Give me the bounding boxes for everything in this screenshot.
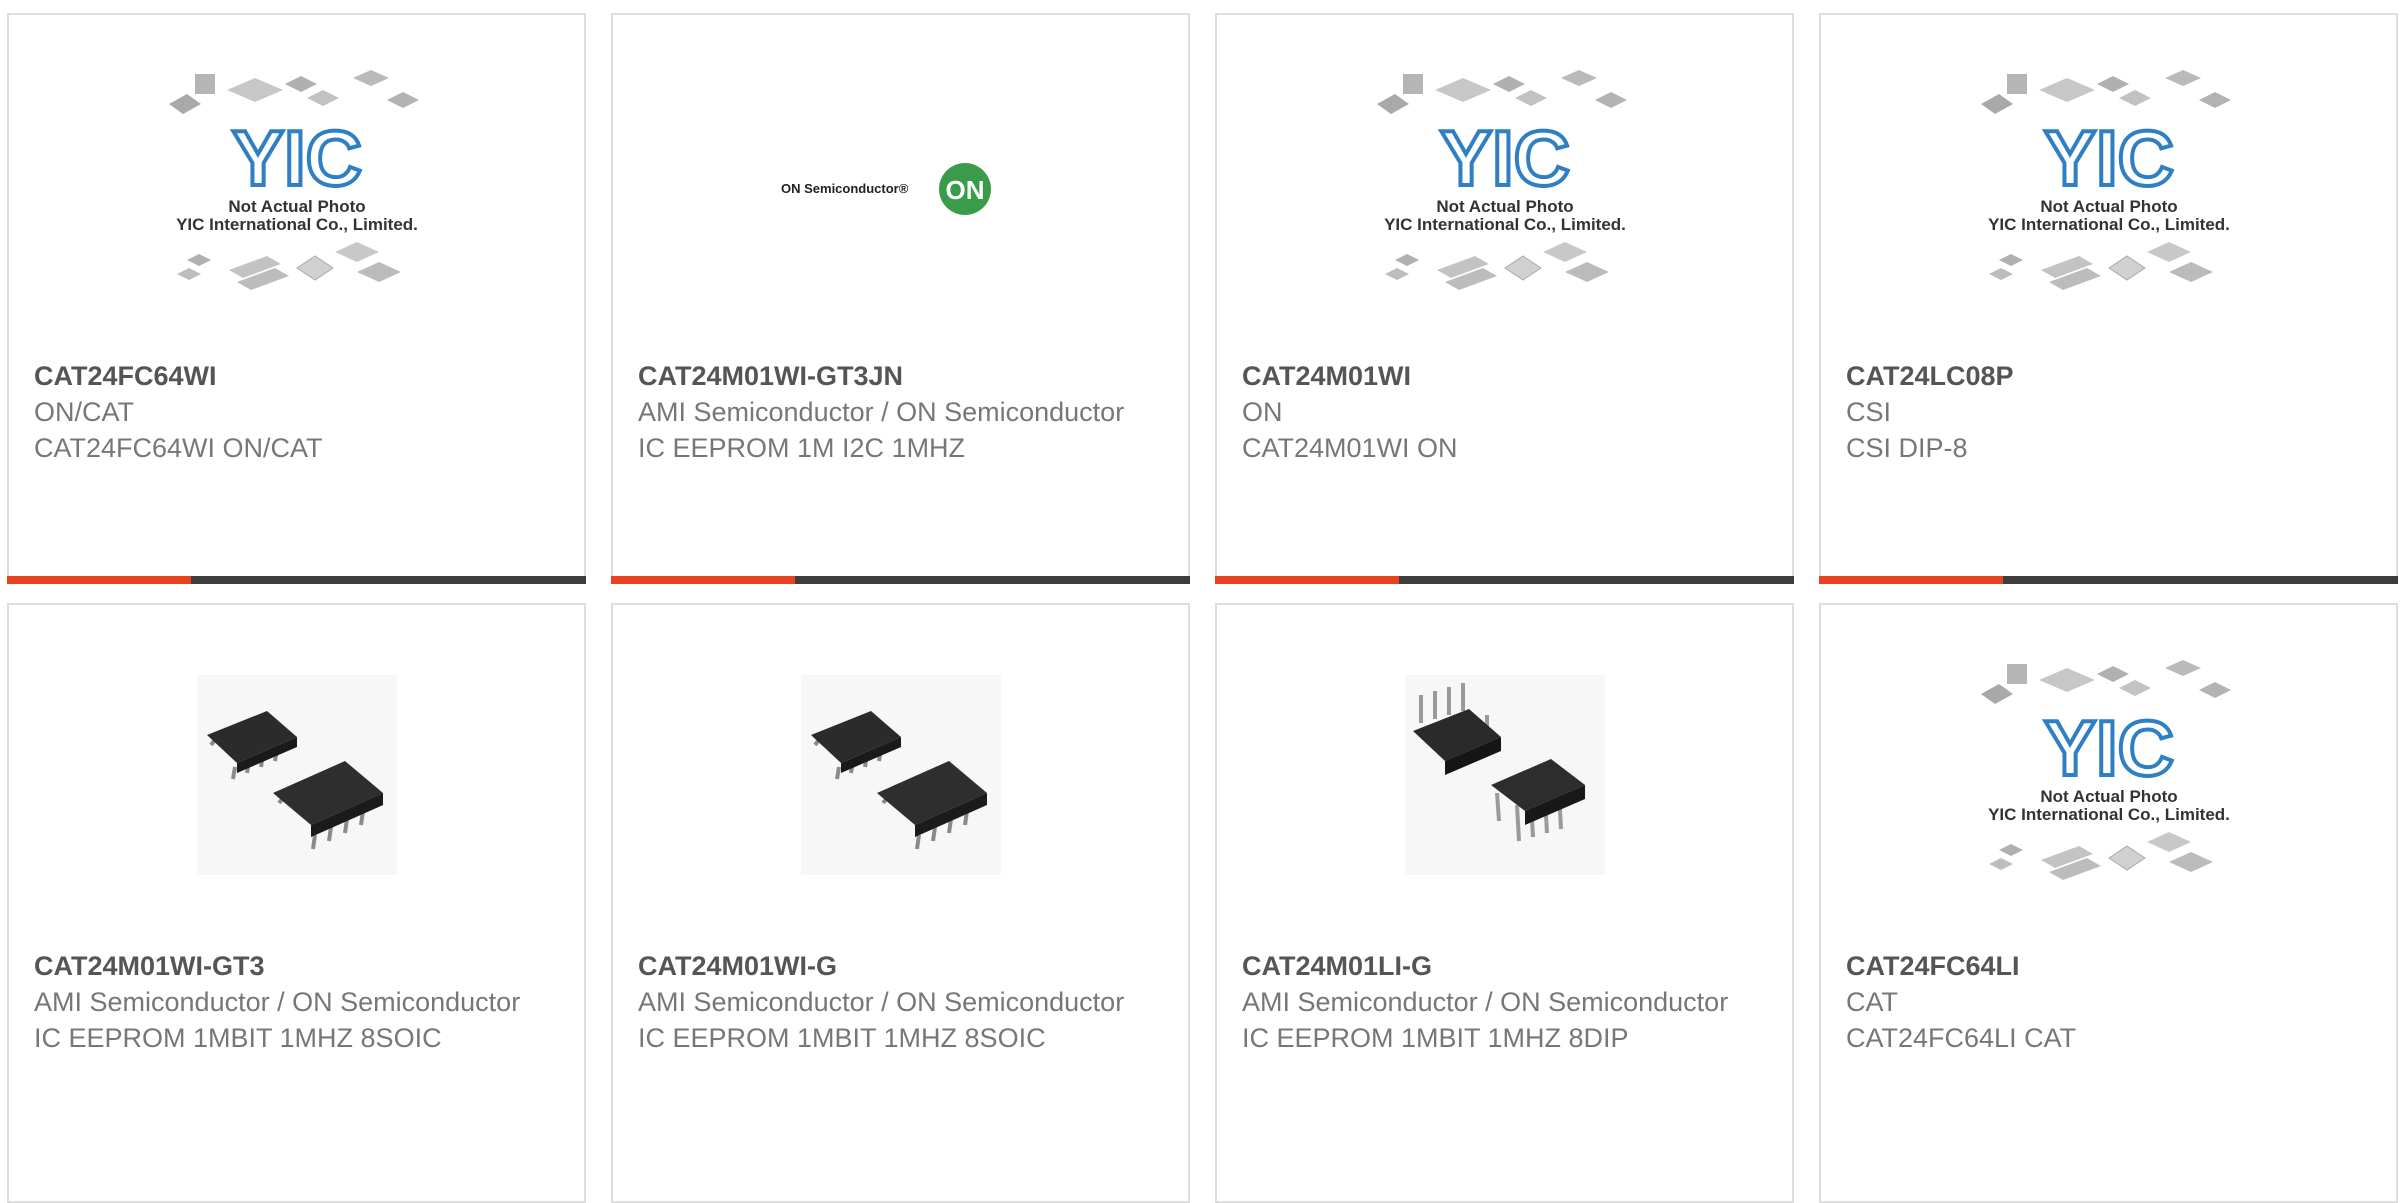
svg-text:Not Actual Photo: Not Actual Photo <box>1436 197 1573 216</box>
svg-text:Not Actual Photo: Not Actual Photo <box>228 197 365 216</box>
description: IC EEPROM 1MBIT 1MHZ 8SOIC <box>638 1023 1046 1053</box>
dip-8-chip-photo <box>1404 675 1605 875</box>
product-image[interactable]: YIC Not Actual Photo YIC International C… <box>1217 15 1792 355</box>
yic-logo-text: YIC <box>231 114 361 202</box>
part-number-link[interactable]: CAT24M01WI-GT3JN <box>638 358 1168 394</box>
part-number-link[interactable]: CAT24FC64LI <box>1846 948 2376 984</box>
yic-logo-text: YIC <box>2043 704 2173 792</box>
product-image[interactable] <box>1217 605 1792 945</box>
product-card[interactable]: YIC Not Actual Photo YIC International C… <box>1819 603 2398 1203</box>
yic-logo-text: YIC <box>2043 114 2173 202</box>
card-footer-accent <box>7 576 191 584</box>
card-footer-accent <box>611 576 795 584</box>
product-image[interactable]: ON Semiconductor® ON <box>613 15 1188 355</box>
description: IC EEPROM 1MBIT 1MHZ 8SOIC <box>34 1023 442 1053</box>
svg-text:YIC International Co., Limited: YIC International Co., Limited. <box>1384 215 1626 234</box>
product-info: CAT24FC64WI ON/CAT CAT24FC64WI ON/CAT <box>34 358 564 466</box>
description: CSI DIP-8 <box>1846 433 1968 463</box>
not-actual-photo-image: YIC Not Actual Photo YIC International C… <box>168 70 419 290</box>
product-card[interactable]: YIC Not Actual Photo YIC International C… <box>1215 13 1794 584</box>
svg-text:ON Semiconductor®: ON Semiconductor® <box>781 181 909 196</box>
not-actual-photo-image: YIC Not Actual Photo YIC International C… <box>1980 660 2231 880</box>
product-image[interactable]: YIC Not Actual Photo YIC International C… <box>1821 15 2396 355</box>
card-footer-accent <box>1215 576 1399 584</box>
on-semiconductor-logo-image: ON Semiconductor® ON <box>781 163 991 215</box>
svg-text:Not Actual Photo: Not Actual Photo <box>2040 787 2177 806</box>
product-card[interactable]: YIC Not Actual Photo YIC International C… <box>7 13 586 584</box>
manufacturer: ON/CAT <box>34 397 134 427</box>
manufacturer: CAT <box>1846 987 1898 1017</box>
svg-text:YIC International Co., Limited: YIC International Co., Limited. <box>176 215 418 234</box>
product-image[interactable] <box>613 605 1188 945</box>
svg-text:ON: ON <box>945 175 984 205</box>
product-card[interactable]: CAT24M01LI-G AMI Semiconductor / ON Semi… <box>1215 603 1794 1203</box>
part-number-link[interactable]: CAT24FC64WI <box>34 358 564 394</box>
svg-text:YIC International Co., Limited: YIC International Co., Limited. <box>1988 805 2230 824</box>
soic-8-chip-photo <box>196 675 397 875</box>
product-info: CAT24LC08P CSI CSI DIP-8 <box>1846 358 2376 466</box>
description: CAT24M01WI ON <box>1242 433 1458 463</box>
card-footer-bar <box>7 576 586 584</box>
product-card[interactable]: CAT24M01WI-G AMI Semiconductor / ON Semi… <box>611 603 1190 1203</box>
description: IC EEPROM 1MBIT 1MHZ 8DIP <box>1242 1023 1629 1053</box>
card-footer-accent <box>1819 576 2003 584</box>
part-number-link[interactable]: CAT24M01WI-GT3 <box>34 948 564 984</box>
manufacturer: CSI <box>1846 397 1892 427</box>
product-info: CAT24M01WI-GT3 AMI Semiconductor / ON Se… <box>34 948 564 1056</box>
svg-text:YIC International Co., Limited: YIC International Co., Limited. <box>1988 215 2230 234</box>
manufacturer: AMI Semiconductor / ON Semiconductor <box>638 987 1125 1017</box>
product-info: CAT24M01LI-G AMI Semiconductor / ON Semi… <box>1242 948 1772 1056</box>
yic-logo-text: YIC <box>1439 114 1569 202</box>
manufacturer: AMI Semiconductor / ON Semiconductor <box>1242 987 1729 1017</box>
manufacturer: ON <box>1242 397 1283 427</box>
product-image[interactable]: YIC Not Actual Photo YIC International C… <box>9 15 584 355</box>
part-number-link[interactable]: CAT24M01LI-G <box>1242 948 1772 984</box>
part-number-link[interactable]: CAT24M01WI <box>1242 358 1772 394</box>
card-footer-bar <box>1215 576 1794 584</box>
not-actual-photo-image: YIC Not Actual Photo YIC International C… <box>1376 70 1627 290</box>
not-actual-photo-image: YIC Not Actual Photo YIC International C… <box>1980 70 2231 290</box>
part-number-link[interactable]: CAT24M01WI-G <box>638 948 1168 984</box>
soic-8-chip-photo <box>800 675 1001 875</box>
product-info: CAT24FC64LI CAT CAT24FC64LI CAT <box>1846 948 2376 1056</box>
manufacturer: AMI Semiconductor / ON Semiconductor <box>638 397 1125 427</box>
product-info: CAT24M01WI-G AMI Semiconductor / ON Semi… <box>638 948 1168 1056</box>
part-number-link[interactable]: CAT24LC08P <box>1846 358 2376 394</box>
description: CAT24FC64WI ON/CAT <box>34 433 323 463</box>
svg-text:Not Actual Photo: Not Actual Photo <box>2040 197 2177 216</box>
card-footer-bar <box>1819 576 2398 584</box>
product-card[interactable]: CAT24M01WI-GT3 AMI Semiconductor / ON Se… <box>7 603 586 1203</box>
description: CAT24FC64LI CAT <box>1846 1023 2077 1053</box>
product-image[interactable]: YIC Not Actual Photo YIC International C… <box>1821 605 2396 945</box>
manufacturer: AMI Semiconductor / ON Semiconductor <box>34 987 521 1017</box>
product-card[interactable]: YIC Not Actual Photo YIC International C… <box>1819 13 2398 584</box>
product-info: CAT24M01WI ON CAT24M01WI ON <box>1242 358 1772 466</box>
product-image[interactable] <box>9 605 584 945</box>
product-card[interactable]: ON Semiconductor® ON CAT24M01WI-GT3JN AM… <box>611 13 1190 584</box>
product-info: CAT24M01WI-GT3JN AMI Semiconductor / ON … <box>638 358 1168 466</box>
description: IC EEPROM 1M I2C 1MHZ <box>638 433 966 463</box>
card-footer-bar <box>611 576 1190 584</box>
product-grid: YIC Not Actual Photo YIC International C… <box>0 0 2400 1203</box>
